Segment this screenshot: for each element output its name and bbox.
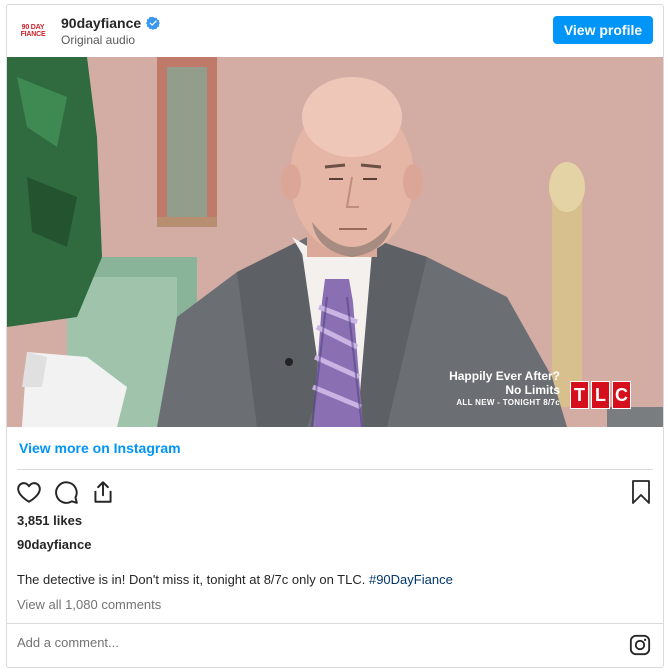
promo-line-1: Happily Ever After? [449, 369, 560, 383]
comment-icon[interactable] [53, 479, 79, 505]
post-caption: The detective is in! Don't miss it, toni… [17, 572, 453, 587]
audio-subtitle[interactable]: Original audio [61, 33, 135, 47]
verified-badge-icon [146, 16, 161, 30]
promo-text: Happily Ever After? No Limits ALL NEW - … [449, 369, 560, 409]
caption-text: The detective is in! Don't miss it, toni… [17, 572, 369, 587]
share-icon[interactable] [90, 479, 116, 505]
caption-username[interactable]: 90dayfiance [17, 537, 91, 552]
avatar[interactable]: 90 DAY FIANCE [17, 15, 49, 47]
instagram-embed-card: 90 DAY FIANCE 90dayfiance Original audio… [6, 4, 664, 668]
divider [17, 469, 653, 470]
divider [7, 623, 663, 624]
view-profile-button[interactable]: View profile [553, 16, 653, 44]
view-all-comments-link[interactable]: View all 1,080 comments [17, 597, 161, 612]
view-more-link[interactable]: View more on Instagram [19, 440, 181, 456]
add-comment-input[interactable]: Add a comment... [17, 635, 617, 655]
tlc-promo-overlay: Happily Ever After? No Limits ALL NEW - … [449, 369, 631, 409]
likes-count[interactable]: 3,851 likes [17, 513, 82, 528]
post-header: 90 DAY FIANCE 90dayfiance Original audio… [7, 5, 663, 57]
post-media[interactable]: Happily Ever After? No Limits ALL NEW - … [7, 57, 663, 427]
promo-line-2: No Limits [505, 383, 560, 397]
hashtag-link[interactable]: #90DayFiance [369, 572, 453, 587]
tlc-logo-letter: C [612, 381, 631, 409]
username[interactable]: 90dayfiance [61, 15, 141, 31]
tlc-logo: T L C [568, 381, 631, 409]
bookmark-icon[interactable] [629, 479, 653, 505]
promo-line-3: ALL NEW - TONIGHT 8/7c [456, 398, 560, 407]
tlc-logo-letter: L [591, 381, 610, 409]
tlc-logo-letter: T [570, 381, 589, 409]
username-row: 90dayfiance [61, 15, 161, 31]
avatar-logo-text: 90 DAY FIANCE [20, 24, 46, 38]
instagram-icon[interactable] [629, 634, 651, 656]
heart-icon[interactable] [16, 479, 42, 505]
